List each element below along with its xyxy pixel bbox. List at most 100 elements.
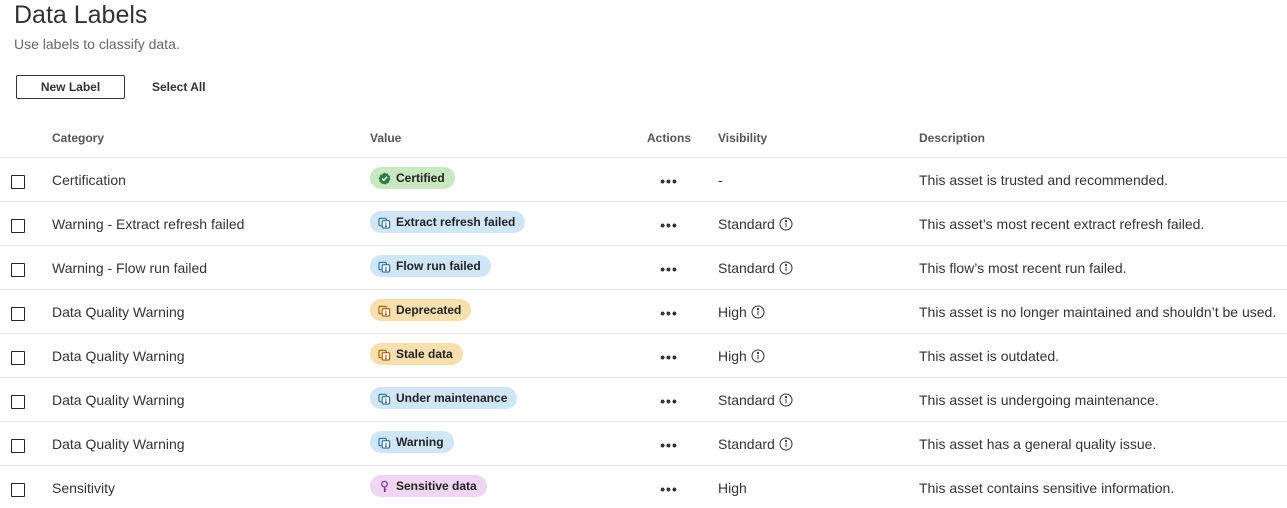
label-pill-text: Under maintenance [396,391,508,405]
row-category: Data Quality Warning [52,348,185,364]
label-pill: Stale data [370,343,463,365]
row-actions: ••• [660,158,678,202]
row-checkbox[interactable] [11,219,25,233]
row-description: This flow’s most recent run failed. [919,260,1127,276]
label-pill-text: Flow run failed [396,259,481,273]
visibility-text: Standard [718,216,775,232]
warning-stack-icon [378,348,391,361]
row-description: This asset is outdated. [919,348,1060,364]
more-actions-icon[interactable]: ••• [660,438,678,452]
row-category: Data Quality Warning [52,436,185,452]
row-checkbox[interactable] [11,483,25,497]
visibility-text: Standard [718,392,775,408]
key-icon [378,480,391,493]
row-value: Extract refresh failed [370,202,526,246]
info-icon[interactable] [779,217,793,231]
header-visibility[interactable]: Visibility [718,131,767,145]
visibility-text: High [718,480,747,496]
row-checkbox[interactable] [11,439,25,453]
row-category: Warning - Extract refresh failed [52,216,245,232]
row-visibility: Standard [718,202,793,246]
label-pill: Flow run failed [370,255,491,277]
row-checkbox[interactable] [11,263,25,277]
row-value: Sensitive data [370,466,487,508]
info-icon[interactable] [779,437,793,451]
table-row: Certification Certified ••• - This asset is … [0,158,1287,202]
row-visibility: Standard [718,422,793,466]
row-description: This asset’s most recent extract refresh… [919,216,1205,232]
row-visibility: - [718,158,723,202]
warning-stack-icon [378,392,391,405]
info-icon[interactable] [779,261,793,275]
table-row: Data Quality Warning Warning ••• Standard Th… [0,422,1287,466]
visibility-text: High [718,348,747,364]
row-actions: ••• [660,378,678,422]
new-label-button[interactable]: New Label [16,75,125,99]
row-visibility: High [718,334,765,378]
row-visibility: High [718,290,765,334]
more-actions-icon[interactable]: ••• [660,350,678,364]
info-icon[interactable] [779,393,793,407]
row-description: This asset has a general quality issue. [919,436,1157,452]
label-pill-text: Deprecated [396,303,462,317]
header-value[interactable]: Value [370,131,401,145]
more-actions-icon[interactable]: ••• [660,218,678,232]
table-row: Data Quality Warning Under maintenance •••… [0,378,1287,422]
visibility-text: - [718,172,723,188]
label-pill-text: Extract refresh failed [396,215,516,229]
check-badge-icon [378,172,391,185]
table-row: Warning - Extract refresh failed Extract … [0,202,1287,246]
row-description: This asset is no longer maintained and s… [919,304,1277,320]
warning-stack-icon [378,260,391,273]
row-checkbox[interactable] [11,175,25,189]
table-row: Data Quality Warning Deprecated ••• High Thi… [0,290,1287,334]
warning-stack-icon [378,216,391,229]
header-category[interactable]: Category [52,131,104,145]
label-pill: Under maintenance [370,387,518,409]
row-description: This asset is undergoing maintenance. [919,392,1159,408]
visibility-text: High [718,304,747,320]
info-icon[interactable] [751,349,765,363]
row-description: This asset is trusted and recommended. [919,172,1169,188]
row-value: Stale data [370,334,463,378]
header-description[interactable]: Description [919,131,985,145]
label-pill: Deprecated [370,299,472,321]
more-actions-icon[interactable]: ••• [660,482,678,496]
row-checkbox[interactable] [11,307,25,321]
table-body: Certification Certified ••• - This asset is … [0,158,1287,508]
row-value: Flow run failed [370,246,491,290]
row-value: Under maintenance [370,378,518,422]
header-actions: Actions [647,131,692,145]
row-visibility: Standard [718,378,793,422]
more-actions-icon[interactable]: ••• [660,174,678,188]
row-category: Warning - Flow run failed [52,260,208,276]
row-value: Deprecated [370,290,472,334]
row-visibility: High [718,466,747,508]
label-pill: Warning [370,431,454,453]
more-actions-icon[interactable]: ••• [660,262,678,276]
select-all-button[interactable]: Select All [152,75,206,99]
label-pill-text: Certified [396,171,445,185]
label-pill-text: Stale data [396,347,453,361]
warning-stack-icon [378,304,391,317]
table-row: Data Quality Warning Stale data ••• High Thi… [0,334,1287,378]
label-pill: Extract refresh failed [370,211,526,233]
warning-stack-icon [378,436,391,449]
visibility-text: Standard [718,436,775,452]
row-actions: ••• [660,290,678,334]
label-pill-text: Warning [396,435,444,449]
row-description: This asset contains sensitive informatio… [919,480,1175,496]
row-category: Data Quality Warning [52,304,185,320]
row-actions: ••• [660,422,678,466]
row-checkbox[interactable] [11,351,25,365]
more-actions-icon[interactable]: ••• [660,394,678,408]
row-checkbox[interactable] [11,395,25,409]
row-value: Certified [370,158,455,202]
row-visibility: Standard [718,246,793,290]
table-row: Warning - Flow run failed Flow run failed… [0,246,1287,290]
row-actions: ••• [660,466,678,508]
more-actions-icon[interactable]: ••• [660,306,678,320]
row-actions: ••• [660,202,678,246]
info-icon[interactable] [751,305,765,319]
labels-table: Category Value Actions Visibility Descri… [0,114,1287,508]
